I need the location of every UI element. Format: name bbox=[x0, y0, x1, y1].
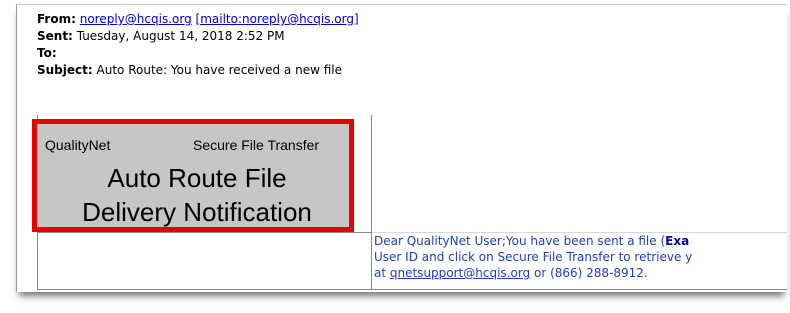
from-label: From: bbox=[37, 12, 76, 26]
support-email-link[interactable]: qnetsupport@hcqis.org bbox=[390, 266, 530, 280]
message-line-2-text: User ID and click on Secure File Transfe… bbox=[374, 250, 693, 264]
from-line: From: noreply@hcqis.org [mailto:noreply@… bbox=[37, 12, 359, 27]
message-line-1-text: Dear QualityNet User;You have been sent … bbox=[374, 234, 666, 248]
banner-qualitynet-label: QualityNet bbox=[45, 137, 111, 153]
to-label: To: bbox=[37, 46, 57, 60]
table-divider bbox=[371, 115, 372, 289]
subject-value: Auto Route: You have received a new file bbox=[96, 63, 342, 77]
banner-title-line-1: Auto Route File bbox=[107, 163, 287, 193]
table-divider bbox=[38, 232, 372, 233]
message-line-3-suffix: or (866) 288-8912. bbox=[530, 266, 648, 280]
message-line-1-bold: Exa bbox=[665, 234, 690, 248]
subject-label: Subject: bbox=[37, 63, 93, 77]
banner-secure-file-transfer-label: Secure File Transfer bbox=[193, 137, 320, 153]
from-address-link[interactable]: noreply@hcqis.org bbox=[80, 12, 192, 26]
message-line-3: at qnetsupport@hcqis.org or (866) 288-89… bbox=[374, 265, 648, 281]
banner-title-line-2: Delivery Notification bbox=[82, 197, 312, 227]
message-line-2: User ID and click on Secure File Transfe… bbox=[374, 249, 692, 265]
to-line: To: bbox=[37, 46, 57, 61]
from-mailto-link[interactable]: [mailto:noreply@hcqis.org] bbox=[196, 12, 359, 26]
sent-line: Sent: Tuesday, August 14, 2018 2:52 PM bbox=[37, 29, 285, 44]
subject-line: Subject: Auto Route: You have received a… bbox=[37, 63, 342, 78]
message-line-3-prefix: at bbox=[374, 266, 390, 280]
notification-banner: QualityNet Secure File Transfer Auto Rou… bbox=[32, 119, 354, 232]
sent-label: Sent: bbox=[37, 29, 73, 43]
sent-value: Tuesday, August 14, 2018 2:52 PM bbox=[76, 29, 285, 43]
message-line-1: Dear QualityNet User;You have been sent … bbox=[374, 233, 689, 249]
